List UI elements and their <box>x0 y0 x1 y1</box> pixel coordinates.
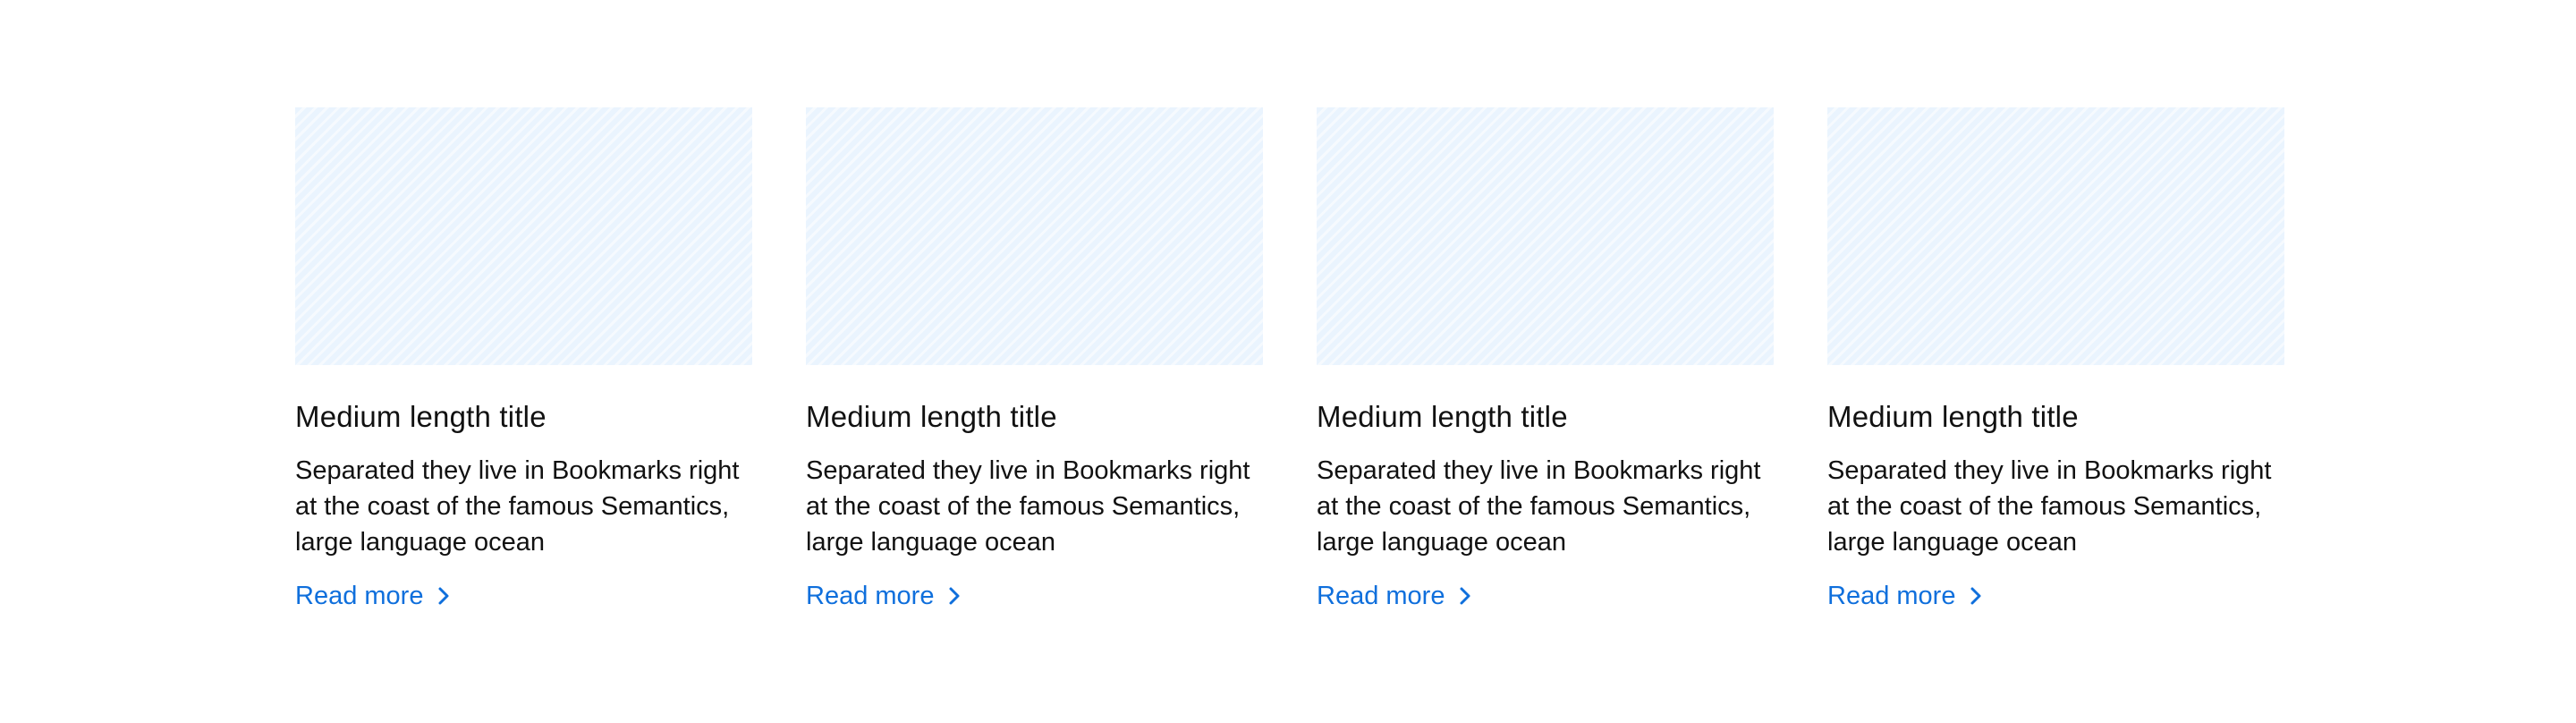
card-description: Separated they live in Bookmarks right a… <box>295 453 752 560</box>
card: Medium length title Separated they live … <box>1317 107 1774 614</box>
chevron-right-icon <box>945 586 964 606</box>
card-description: Separated they live in Bookmarks right a… <box>806 453 1263 560</box>
read-more-label: Read more <box>1317 582 1445 610</box>
card-description-line: large language ocean <box>1827 528 2077 557</box>
card-description: Separated they live in Bookmarks right a… <box>1827 453 2284 560</box>
read-more-link[interactable]: Read more <box>1317 578 1475 614</box>
card: Medium length title Separated they live … <box>806 107 1263 614</box>
card-description-line: Separated they live in Bookmarks right <box>806 456 1250 485</box>
card-description-line: Separated they live in Bookmarks right <box>1317 456 1761 485</box>
card-image-placeholder <box>1827 107 2284 365</box>
card-title: Medium length title <box>1827 400 2079 433</box>
card-description-line: large language ocean <box>1317 528 1566 557</box>
card-description-line: Separated they live in Bookmarks right <box>295 456 740 485</box>
card-image-placeholder <box>806 107 1263 365</box>
chevron-right-icon <box>1966 586 1986 606</box>
chevron-right-icon <box>1455 586 1475 606</box>
card-description: Separated they live in Bookmarks right a… <box>1317 453 1774 560</box>
card-image-placeholder <box>295 107 752 365</box>
read-more-link[interactable]: Read more <box>1827 578 1986 614</box>
card-description-line: at the coast of the famous Semantics, <box>1827 492 2262 521</box>
card-description-line: at the coast of the famous Semantics, <box>1317 492 1751 521</box>
card-description-line: Separated they live in Bookmarks right <box>1827 456 2272 485</box>
read-more-label: Read more <box>1827 582 1956 610</box>
chevron-right-icon <box>434 586 453 606</box>
card-title: Medium length title <box>1317 400 1568 433</box>
card: Medium length title Separated they live … <box>295 107 752 614</box>
read-more-link[interactable]: Read more <box>806 578 964 614</box>
card-title: Medium length title <box>806 400 1057 433</box>
read-more-label: Read more <box>806 582 935 610</box>
card: Medium length title Separated they live … <box>1827 107 2284 614</box>
card-grid: Medium length title Separated they live … <box>295 107 2284 614</box>
card-description-line: large language ocean <box>295 528 545 557</box>
card-description-line: large language ocean <box>806 528 1055 557</box>
card-image-placeholder <box>1317 107 1774 365</box>
read-more-label: Read more <box>295 582 424 610</box>
read-more-link[interactable]: Read more <box>295 578 453 614</box>
card-title: Medium length title <box>295 400 547 433</box>
card-description-line: at the coast of the famous Semantics, <box>806 492 1241 521</box>
card-description-line: at the coast of the famous Semantics, <box>295 492 730 521</box>
